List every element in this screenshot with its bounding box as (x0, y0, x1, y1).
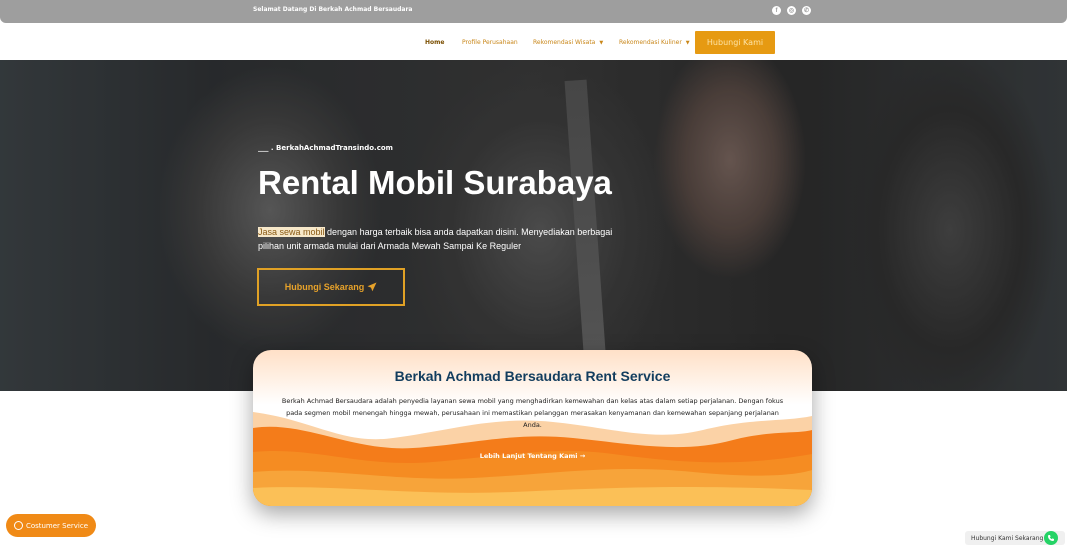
hubungi-sekarang-label: Hubungi Sekarang (284, 282, 365, 292)
contact-label: Hubungi Kami Sekarang (971, 534, 1044, 542)
nav-rekomendasi-kuliner[interactable]: Rekomendasi Kuliner ▼ (619, 39, 690, 46)
card-title: Berkah Achmad Bersaudara Rent Service (394, 368, 671, 384)
chevron-down-icon: ▼ (599, 40, 604, 46)
hero-title: Rental Mobil Surabaya (258, 164, 612, 201)
hero-tagline: ___ . BerkahAchmadTransindo.com (258, 144, 393, 152)
main-navbar: Home Profile Perusahaan Rekomendasi Wisa… (0, 23, 1067, 60)
nav-rekomendasi-kuliner-label: Rekomendasi Kuliner (619, 39, 682, 46)
customer-service-label: Costumer Service (25, 521, 89, 530)
paper-plane-icon (367, 282, 377, 292)
hero-highlight-link[interactable]: Jasa sewa mobil (258, 227, 325, 237)
whatsapp-icon[interactable] (1044, 531, 1058, 545)
nav-rekomendasi-wisata-label: Rekomendasi Wisata (533, 39, 596, 46)
instagram-icon[interactable]: ◎ (787, 6, 796, 15)
hero-section: ___ . BerkahAchmadTransindo.com Rental M… (0, 60, 1067, 391)
nav-rekomendasi-wisata[interactable]: Rekomendasi Wisata ▼ (533, 39, 603, 46)
nav-profile-perusahaan[interactable]: Profile Perusahaan (462, 39, 518, 46)
whatsapp-icon (13, 521, 23, 530)
top-bar: Selamat Datang Di Berkah Achmad Bersauda… (0, 0, 1067, 23)
hero-description: Jasa sewa mobil dengan harga terbaik bis… (258, 225, 628, 253)
about-card: Berkah Achmad Bersaudara Rent Service Be… (253, 350, 812, 506)
chevron-down-icon: ▼ (685, 40, 690, 46)
customer-service-button[interactable]: Costumer Service (6, 514, 96, 537)
card-description: Berkah Achmad Bersaudara adalah penyedia… (281, 397, 784, 429)
hubungi-kami-button[interactable]: Hubungi Kami (695, 31, 775, 54)
nav-home[interactable]: Home (425, 39, 444, 46)
lebih-lanjut-link[interactable]: Lebih Lanjut Tentang Kami → (253, 452, 812, 460)
phone-icon (1048, 535, 1054, 541)
hubungi-sekarang-button[interactable]: Hubungi Sekarang (257, 268, 405, 306)
whatsapp-icon[interactable]: ✆ (802, 6, 811, 15)
welcome-text: Selamat Datang Di Berkah Achmad Bersauda… (253, 6, 413, 13)
facebook-icon[interactable]: f (772, 6, 781, 15)
